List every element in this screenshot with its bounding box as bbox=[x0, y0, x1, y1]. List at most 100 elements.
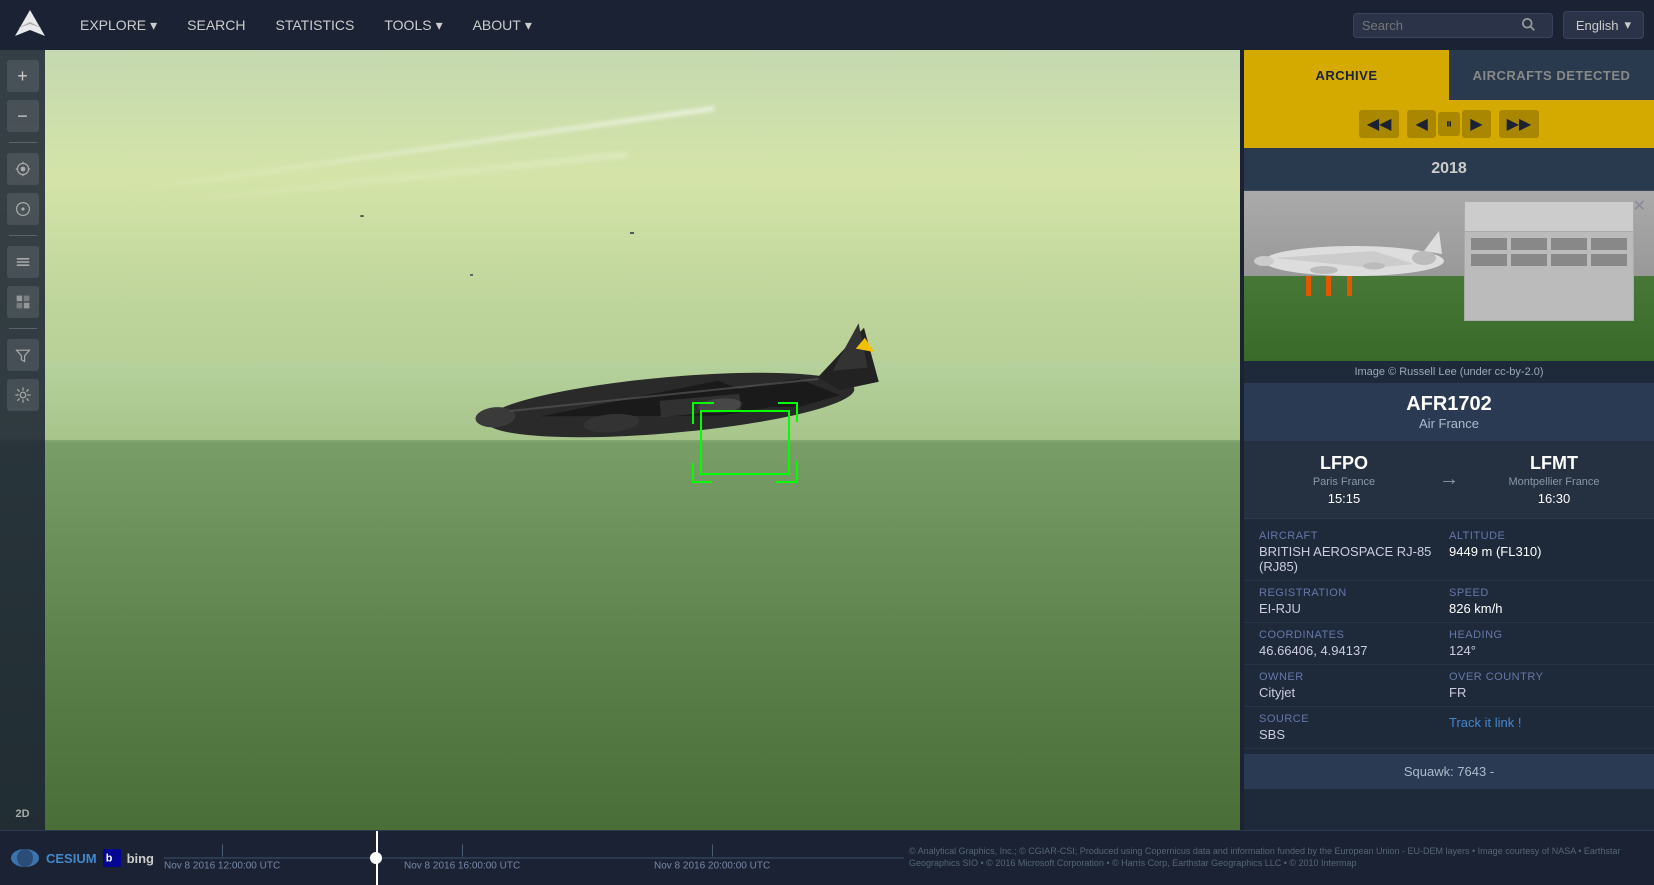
archive-next-far-button[interactable]: ▶▶ bbox=[1499, 110, 1540, 138]
speed-value: 826 km/h bbox=[1449, 601, 1639, 616]
timeline-label-2: Nov 8 2016 20:00:00 UTC bbox=[654, 861, 770, 872]
zoom-in-button[interactable]: + bbox=[7, 60, 39, 92]
aircraft-3d bbox=[440, 290, 900, 520]
dest-code: LFMT bbox=[1469, 453, 1639, 474]
timeline-marker-0: Nov 8 2016 12:00:00 UTC bbox=[164, 845, 280, 872]
location-button[interactable] bbox=[7, 153, 39, 185]
squawk-bar: Squawk: 7643 - bbox=[1244, 754, 1654, 789]
aircraft-value: BRITISH AEROSPACE RJ-85 (RJ85) bbox=[1259, 544, 1449, 574]
flight-route: LFPO Paris France 15:15 → LFMT Montpelli… bbox=[1244, 441, 1654, 519]
tab-aircraft-detected[interactable]: AIRCRAFTS DETECTED bbox=[1449, 50, 1654, 100]
nav-search[interactable]: SEARCH bbox=[172, 0, 260, 50]
language-selector[interactable]: English ▾ bbox=[1563, 11, 1644, 39]
nav-explore[interactable]: EXPLORE ▾ bbox=[65, 0, 172, 50]
control-divider-1 bbox=[9, 142, 37, 143]
over-country-label: OVER COUNTRY bbox=[1449, 671, 1639, 683]
detail-source: SOURCE SBS bbox=[1259, 713, 1449, 742]
flight-details: AIRCRAFT BRITISH AEROSPACE RJ-85 (RJ85) … bbox=[1244, 519, 1654, 754]
archive-prev-button[interactable]: ◀◀ bbox=[1359, 110, 1400, 138]
control-divider-2 bbox=[9, 235, 37, 236]
archive-pause-button[interactable]: ⏸ bbox=[1438, 112, 1461, 136]
settings-icon bbox=[15, 387, 31, 403]
cesium-text: CESIUM bbox=[46, 851, 97, 866]
tab-archive[interactable]: ARCHIVE bbox=[1244, 50, 1449, 100]
detail-track[interactable]: Track it link ! bbox=[1449, 713, 1639, 742]
owner-label: OWNER bbox=[1259, 671, 1449, 683]
origin-code: LFPO bbox=[1259, 453, 1429, 474]
map-type-button[interactable] bbox=[7, 286, 39, 318]
target-box bbox=[700, 410, 790, 475]
photo-pylon-2 bbox=[1326, 276, 1331, 296]
zoom-out-button[interactable]: − bbox=[7, 100, 39, 132]
detected-count: 2018 bbox=[1244, 148, 1654, 191]
nav-statistics[interactable]: STATISTICS bbox=[261, 0, 370, 50]
nav-tools[interactable]: TOOLS ▾ bbox=[369, 0, 457, 50]
flight-id: AFR1702 bbox=[1259, 393, 1639, 416]
altitude-label: ALTITUDE bbox=[1449, 530, 1639, 542]
timeline-track-area[interactable]: Nov 8 2016 12:00:00 UTC Nov 8 2016 16:00… bbox=[164, 831, 904, 885]
svg-text:b: b bbox=[105, 853, 112, 865]
search-icon bbox=[1522, 18, 1536, 32]
route-arrow: → bbox=[1429, 468, 1469, 491]
filter-button[interactable] bbox=[7, 339, 39, 371]
detail-heading: HEADING 124° bbox=[1449, 629, 1639, 658]
compass-button[interactable] bbox=[7, 193, 39, 225]
photo-windows bbox=[1465, 232, 1633, 272]
reg-label: REGISTRATION bbox=[1259, 587, 1449, 599]
bing-text: bing bbox=[127, 851, 154, 866]
reg-value: EI-RJU bbox=[1259, 601, 1449, 616]
map-type-icon bbox=[15, 294, 31, 310]
detail-registration: REGISTRATION EI-RJU bbox=[1259, 587, 1449, 616]
dest-time: 16:30 bbox=[1469, 491, 1639, 506]
track-link[interactable]: Track it link ! bbox=[1449, 715, 1639, 730]
detail-over-country: OVER COUNTRY FR bbox=[1449, 671, 1639, 700]
route-dest: LFMT Montpellier France 16:30 bbox=[1469, 453, 1639, 506]
map-area[interactable] bbox=[0, 50, 1240, 830]
timeline-label-0: Nov 8 2016 12:00:00 UTC bbox=[164, 861, 280, 872]
lang-dropdown-icon: ▾ bbox=[1624, 17, 1631, 33]
filter-icon bbox=[15, 347, 31, 363]
detail-row-coords: COORDINATES 46.66406, 4.94137 HEADING 12… bbox=[1244, 623, 1654, 665]
location-icon bbox=[15, 161, 31, 177]
photo-pylon-3 bbox=[1347, 276, 1352, 296]
map-attribution: © Analytical Graphics, Inc.; © CGIAR-CSI… bbox=[904, 846, 1654, 869]
view-2d-button[interactable]: 2D bbox=[7, 808, 39, 820]
owner-value: Cityjet bbox=[1259, 685, 1449, 700]
coords-value: 46.66406, 4.94137 bbox=[1259, 643, 1449, 658]
search-input[interactable] bbox=[1362, 18, 1522, 33]
target-corner-tr bbox=[778, 402, 798, 422]
settings-button[interactable] bbox=[7, 379, 39, 411]
detail-coordinates: COORDINATES 46.66406, 4.94137 bbox=[1259, 629, 1449, 658]
archive-play-button[interactable]: ◀ bbox=[1407, 110, 1435, 138]
photo-building bbox=[1464, 201, 1634, 321]
timeline-label-1: Nov 8 2016 16:00:00 UTC bbox=[404, 861, 520, 872]
aircraft-label: AIRCRAFT bbox=[1259, 530, 1449, 542]
timeline-tick bbox=[222, 845, 223, 857]
cesium-logo: CESIUM b bing bbox=[0, 848, 164, 868]
archive-controls: ◀◀ ◀ ⏸ ▶ ▶▶ bbox=[1244, 100, 1654, 148]
detail-row-reg: REGISTRATION EI-RJU SPEED 826 km/h bbox=[1244, 581, 1654, 623]
tools-dropdown-icon: ▾ bbox=[436, 0, 443, 50]
nav-about[interactable]: ABOUT ▾ bbox=[458, 0, 547, 50]
origin-city: Paris France bbox=[1259, 476, 1429, 488]
heading-label: HEADING bbox=[1449, 629, 1639, 641]
aircraft-photo: ✕ bbox=[1244, 191, 1654, 361]
detail-row-aircraft: AIRCRAFT BRITISH AEROSPACE RJ-85 (RJ85) … bbox=[1244, 524, 1654, 581]
dest-city: Montpellier France bbox=[1469, 476, 1639, 488]
photo-close-button[interactable]: ✕ bbox=[1633, 196, 1646, 216]
detail-altitude: ALTITUDE 9449 m (FL310) bbox=[1449, 530, 1639, 574]
explore-dropdown-icon: ▾ bbox=[150, 0, 157, 50]
search-box[interactable] bbox=[1353, 13, 1553, 38]
detail-aircraft: AIRCRAFT BRITISH AEROSPACE RJ-85 (RJ85) bbox=[1259, 530, 1449, 574]
photo-sim bbox=[1244, 191, 1654, 361]
speed-label: SPEED bbox=[1449, 587, 1639, 599]
archive-next-button[interactable]: ▶ bbox=[1462, 110, 1490, 138]
app-logo[interactable] bbox=[10, 5, 50, 45]
target-corner-br bbox=[778, 463, 798, 483]
origin-time: 15:15 bbox=[1259, 491, 1429, 506]
layers-button[interactable] bbox=[7, 246, 39, 278]
route-origin: LFPO Paris France 15:15 bbox=[1259, 453, 1429, 506]
compass-icon bbox=[15, 201, 31, 217]
photo-pylon-1 bbox=[1306, 276, 1311, 296]
control-divider-3 bbox=[9, 328, 37, 329]
